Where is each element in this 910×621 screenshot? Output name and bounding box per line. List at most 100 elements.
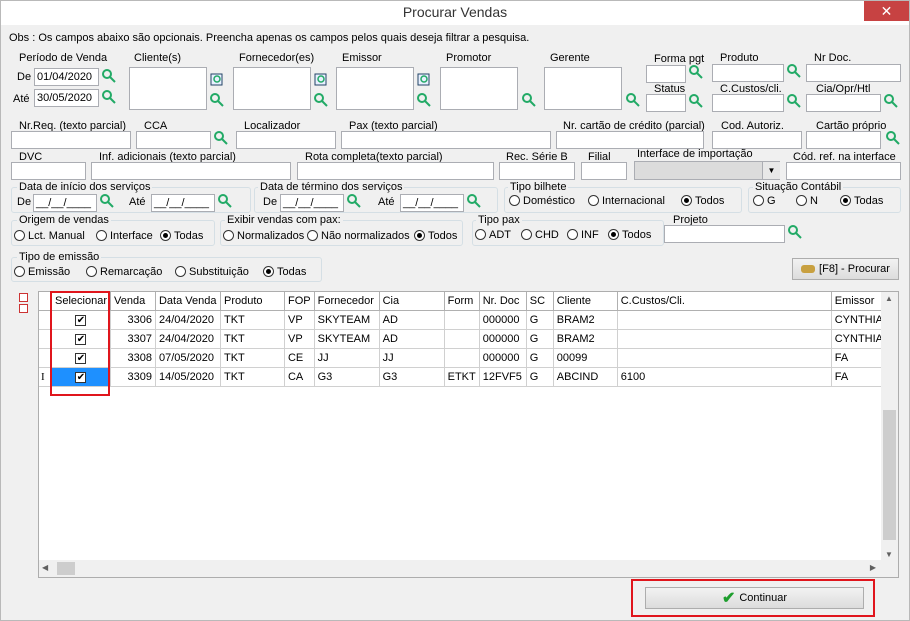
- cod-ref-input[interactable]: [786, 162, 901, 180]
- scroll-left-icon[interactable]: ◀: [42, 563, 48, 572]
- search-icon[interactable]: [217, 193, 233, 209]
- procurar-button[interactable]: [F8] - Procurar: [792, 258, 899, 280]
- select-all-icon[interactable]: [19, 293, 28, 302]
- emissor-list[interactable]: [336, 67, 414, 110]
- vertical-scroll-thumb[interactable]: [883, 410, 896, 540]
- horizontal-scroll-thumb[interactable]: [57, 562, 75, 575]
- tipo-emissao-remarcacao[interactable]: Remarcação: [86, 266, 162, 278]
- search-icon[interactable]: [346, 193, 362, 209]
- col-fop[interactable]: FOP: [284, 292, 315, 311]
- tipo-emissao-todas[interactable]: Todas: [263, 266, 306, 278]
- col-nr-doc[interactable]: Nr. Doc: [479, 292, 527, 311]
- list-add-icon[interactable]: [416, 72, 432, 88]
- col-form[interactable]: Form: [444, 292, 480, 311]
- tipo-emissao-substituicao[interactable]: Substituição: [175, 266, 249, 278]
- table-row[interactable]: ✔ 3306 24/04/2020 TKT VP SKYTEAM AD 0000…: [39, 310, 888, 330]
- tipo-bilhete-domestico[interactable]: Doméstico: [509, 195, 575, 207]
- search-icon[interactable]: [688, 64, 704, 80]
- cod-autoriz-input[interactable]: [712, 131, 802, 149]
- interface-import-select[interactable]: [634, 161, 780, 180]
- col-fornecedor[interactable]: Fornecedor: [314, 292, 380, 311]
- scroll-down-icon[interactable]: ▼: [885, 550, 893, 559]
- tipo-emissao-emissao[interactable]: Emissão: [14, 266, 70, 278]
- exibir-todos[interactable]: Todos: [414, 230, 457, 242]
- search-icon[interactable]: [101, 89, 117, 105]
- scroll-right-icon[interactable]: ▶: [870, 563, 876, 572]
- search-icon[interactable]: [625, 92, 641, 108]
- horizontal-scrollbar[interactable]: ◀ ▶: [39, 560, 898, 577]
- exibir-nao-normalizados[interactable]: Não normalizados: [307, 230, 410, 242]
- tipo-pax-inf[interactable]: INF: [567, 229, 599, 241]
- search-icon[interactable]: [101, 68, 117, 84]
- data-inicio-ate-input[interactable]: __/__/____: [151, 194, 215, 212]
- search-icon[interactable]: [787, 224, 803, 240]
- cca-input[interactable]: [136, 131, 211, 149]
- exibir-normalizados[interactable]: Normalizados: [223, 230, 304, 242]
- tipo-bilhete-internacional[interactable]: Internacional: [588, 195, 665, 207]
- tipo-pax-chd[interactable]: CHD: [521, 229, 559, 241]
- tipo-pax-adt[interactable]: ADT: [475, 229, 511, 241]
- origem-lct-manual[interactable]: Lct. Manual: [14, 230, 85, 242]
- cartao-proprio-input[interactable]: [806, 131, 881, 149]
- col-sc[interactable]: SC: [526, 292, 554, 311]
- rec-serie-input[interactable]: [499, 162, 575, 180]
- search-icon[interactable]: [209, 92, 225, 108]
- data-termino-de-input[interactable]: __/__/____: [280, 194, 344, 212]
- fornecedores-list[interactable]: [233, 67, 311, 110]
- search-icon[interactable]: [213, 130, 229, 146]
- col-venda[interactable]: Venda: [110, 292, 156, 311]
- search-icon[interactable]: [99, 193, 115, 209]
- scroll-up-icon[interactable]: ▲: [885, 294, 893, 303]
- nr-doc-input[interactable]: [806, 64, 901, 82]
- forma-pgt-input[interactable]: [646, 65, 686, 83]
- cia-input[interactable]: [806, 94, 881, 112]
- tipo-pax-todos[interactable]: Todos: [608, 229, 651, 241]
- col-data-venda[interactable]: Data Venda: [155, 292, 221, 311]
- search-icon[interactable]: [883, 93, 899, 109]
- search-icon[interactable]: [313, 92, 329, 108]
- search-icon[interactable]: [786, 93, 802, 109]
- close-button[interactable]: ✕: [864, 1, 909, 21]
- promotor-list[interactable]: [440, 67, 518, 110]
- data-termino-ate-input[interactable]: __/__/____: [400, 194, 464, 212]
- rota-input[interactable]: [297, 162, 494, 180]
- ccustos-input[interactable]: [712, 94, 784, 112]
- gerente-list[interactable]: [544, 67, 622, 110]
- situacao-todas[interactable]: Todas: [840, 195, 883, 207]
- search-icon[interactable]: [416, 92, 432, 108]
- situacao-n[interactable]: N: [796, 195, 818, 207]
- col-cliente[interactable]: Cliente: [553, 292, 618, 311]
- clientes-list[interactable]: [129, 67, 207, 110]
- situacao-g[interactable]: G: [753, 195, 776, 207]
- search-icon[interactable]: [688, 93, 704, 109]
- status-input[interactable]: [646, 94, 686, 112]
- table-row[interactable]: I ✔ 3309 14/05/2020 TKT CA G3 G3 ETKT 12…: [39, 367, 888, 387]
- cartao-input[interactable]: [556, 131, 704, 149]
- search-icon[interactable]: [521, 92, 537, 108]
- data-inicio-de-input[interactable]: __/__/____: [33, 194, 97, 212]
- inf-adicionais-input[interactable]: [91, 162, 291, 180]
- list-add-icon[interactable]: [313, 72, 329, 88]
- dvc-input[interactable]: [11, 162, 86, 180]
- filial-input[interactable]: [581, 162, 627, 180]
- col-emissor[interactable]: Emissor: [831, 292, 888, 311]
- vertical-scrollbar[interactable]: ▼ ▲: [881, 292, 898, 561]
- tipo-bilhete-todos[interactable]: Todos: [681, 195, 724, 207]
- list-add-icon[interactable]: [209, 72, 225, 88]
- dropdown-arrow-icon[interactable]: ▼: [762, 162, 780, 179]
- localizador-input[interactable]: [236, 131, 336, 149]
- search-icon[interactable]: [885, 130, 901, 146]
- col-cia[interactable]: Cia: [379, 292, 445, 311]
- unselect-all-icon[interactable]: [19, 304, 28, 313]
- projeto-input[interactable]: [664, 225, 785, 243]
- col-produto[interactable]: Produto: [220, 292, 285, 311]
- periodo-ate-input[interactable]: 30/05/2020: [34, 89, 99, 107]
- table-row[interactable]: ✔ 3308 07/05/2020 TKT CE JJ JJ 000000 G …: [39, 348, 888, 368]
- periodo-de-input[interactable]: 01/04/2020: [34, 68, 99, 86]
- pax-input[interactable]: [341, 131, 551, 149]
- origem-todas[interactable]: Todas: [160, 230, 203, 242]
- col-ccustos[interactable]: C.Custos/Cli.: [617, 292, 832, 311]
- table-row[interactable]: ✔ 3307 24/04/2020 TKT VP SKYTEAM AD 0000…: [39, 329, 888, 349]
- origem-interface[interactable]: Interface: [96, 230, 153, 242]
- produto-input[interactable]: [712, 64, 784, 82]
